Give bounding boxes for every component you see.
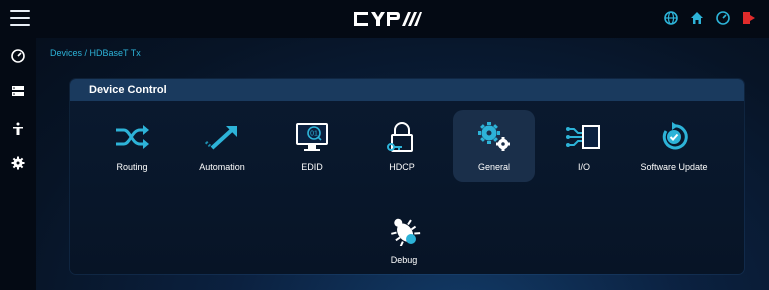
tile-software-update[interactable]: Software Update: [633, 110, 715, 182]
automation-icon: [200, 118, 244, 156]
dashboard-icon[interactable]: [715, 10, 731, 26]
general-icon: [472, 118, 516, 156]
tile-label: Software Update: [640, 162, 708, 172]
tile-label: Routing: [116, 162, 148, 172]
sidebar: [0, 38, 36, 290]
tile-label: HDCP: [389, 162, 415, 172]
sidebar-dashboard-icon[interactable]: [10, 48, 26, 64]
tile-label: EDID: [301, 162, 323, 172]
menu-icon[interactable]: [10, 10, 30, 26]
tile-label: I/O: [577, 162, 590, 172]
software-update-icon: [652, 118, 696, 156]
home-icon[interactable]: [689, 10, 705, 26]
tile-debug[interactable]: Debug: [363, 203, 445, 275]
device-control-panel: Device Control Routing Automation 01 EDI…: [70, 79, 744, 274]
panel-title: Device Control: [70, 79, 744, 101]
tile-general[interactable]: General: [453, 110, 535, 182]
tile-automation[interactable]: Automation: [181, 110, 263, 182]
globe-icon[interactable]: [663, 10, 679, 26]
debug-icon: [382, 211, 426, 249]
tile-io[interactable]: I/O: [543, 110, 625, 182]
sidebar-accessibility-icon[interactable]: [10, 121, 26, 137]
tile-label: General: [477, 162, 511, 172]
tile-label: Debug: [390, 255, 418, 265]
edid-icon: 01: [290, 118, 334, 156]
logout-icon[interactable]: [741, 10, 757, 26]
hdcp-icon: [380, 118, 424, 156]
top-bar: [0, 0, 769, 38]
brand-logo: [352, 9, 422, 29]
svg-text:01: 01: [310, 131, 318, 138]
breadcrumb[interactable]: Devices / HDBaseT Tx: [50, 48, 141, 58]
io-icon: [562, 118, 606, 156]
sidebar-devices-icon[interactable]: [10, 83, 26, 99]
sidebar-settings-icon[interactable]: [10, 155, 26, 171]
routing-icon: [110, 118, 154, 156]
tile-label: Automation: [199, 162, 245, 172]
tile-hdcp[interactable]: HDCP: [361, 110, 443, 182]
tile-routing[interactable]: Routing: [91, 110, 173, 182]
tile-edid[interactable]: 01 EDID: [271, 110, 353, 182]
